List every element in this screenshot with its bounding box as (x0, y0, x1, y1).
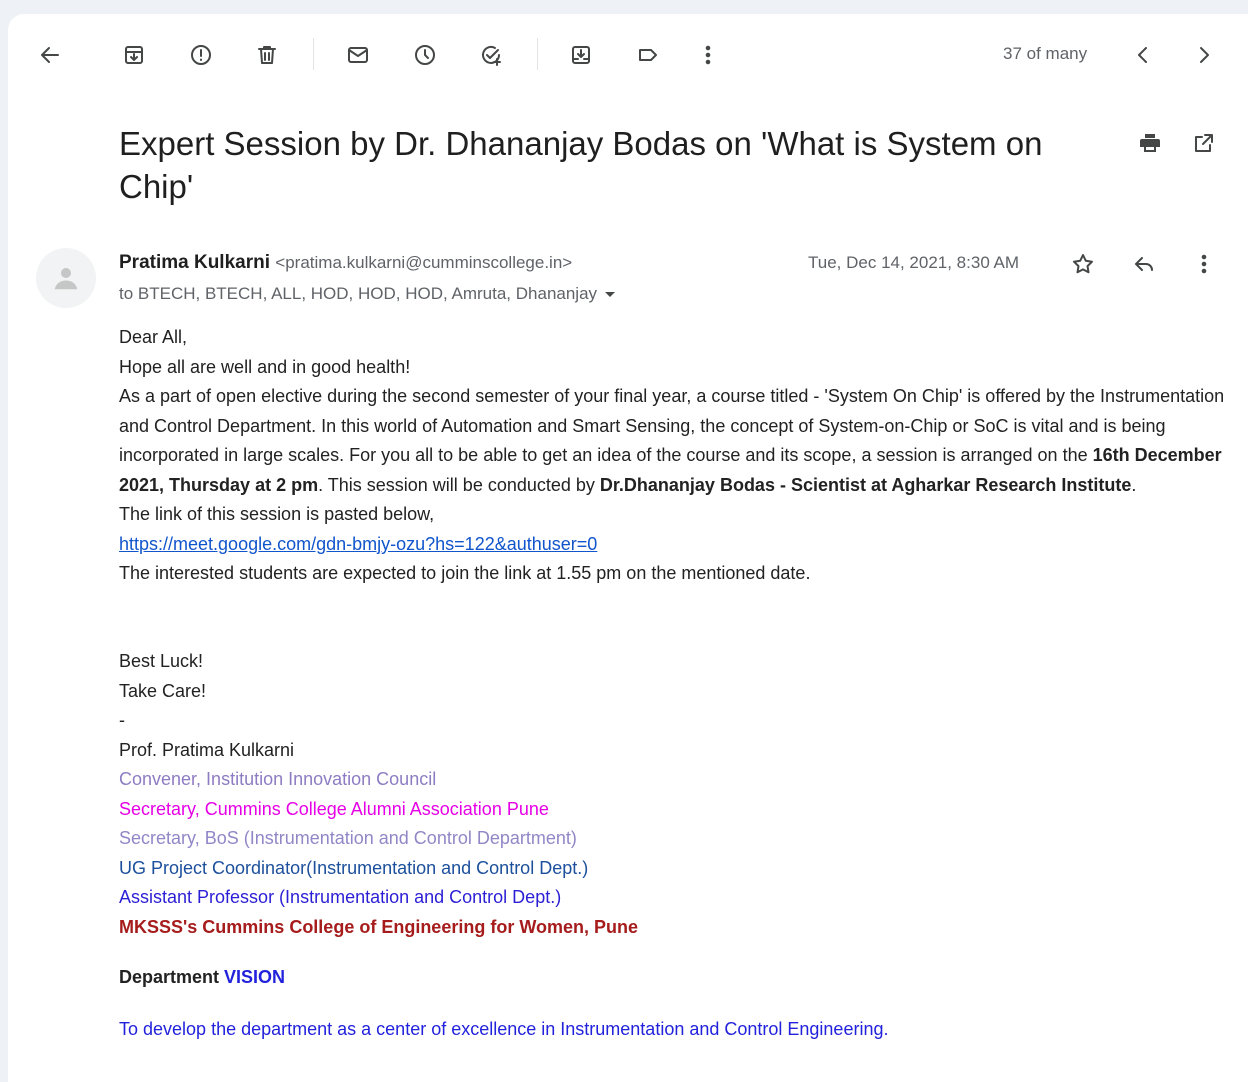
vision-text: To develop the department as a center of… (119, 1018, 889, 1039)
recipients: to BTECH, BTECH, ALL, HOD, HOD, HOD, Amr… (119, 284, 598, 303)
greeting: Dear All, (119, 327, 188, 347)
reply-icon[interactable] (1124, 244, 1164, 284)
print-icon[interactable] (1130, 123, 1170, 163)
toolbar-divider (537, 38, 538, 70)
closing-line: Take Care! (119, 680, 207, 701)
email-date: Tue, Dec 14, 2021, 8:30 AM (808, 253, 1020, 272)
star-icon[interactable] (1063, 244, 1103, 284)
closing-line: Best Luck! (119, 651, 204, 671)
mark-unread-icon[interactable] (338, 35, 378, 75)
paragraph-text: . (1131, 474, 1137, 495)
delete-icon[interactable] (247, 35, 287, 75)
signature-name: Prof. Pratima Kulkarni (119, 739, 295, 760)
archive-icon[interactable] (114, 35, 154, 75)
move-to-icon[interactable] (561, 35, 601, 75)
back-arrow-icon[interactable] (30, 35, 70, 75)
signature-separator: - (119, 710, 125, 730)
report-spam-icon[interactable] (181, 35, 221, 75)
email-body: Dear All, Hope all are well and in good … (119, 323, 1229, 1044)
vision-label: Department (119, 967, 225, 987)
signature-role: Convener, Institution Innovation Council (119, 769, 437, 789)
link-intro: The link of this session is pasted below… (119, 504, 435, 524)
recipients-line: to BTECH, BTECH, ALL, HOD, HOD, HOD, Amr… (119, 284, 616, 304)
signature-role: Secretary, Cummins College Alumni Associ… (119, 798, 549, 819)
more-vert-icon[interactable] (688, 35, 728, 75)
signature-role: UG Project Coordinator(Instrumentation a… (119, 857, 589, 878)
sender-line: Pratima Kulkarni <pratima.kulkarni@cummi… (119, 252, 572, 274)
snooze-clock-icon[interactable] (405, 35, 445, 75)
meet-link[interactable]: https://meet.google.com/gdn-bmjy-ozu?hs=… (119, 534, 597, 554)
body-line: Hope all are well and in good health! (119, 356, 411, 377)
toolbar-divider (313, 38, 314, 70)
email-subject: Expert Session by Dr. Dhananjay Bodas on… (119, 125, 1043, 205)
avatar[interactable] (36, 248, 96, 308)
paragraph-text: . This session will be conducted by (318, 474, 600, 495)
chevron-right-icon[interactable] (1184, 35, 1224, 75)
sender-name[interactable]: Pratima Kulkarni (119, 252, 270, 273)
add-task-icon[interactable] (471, 35, 511, 75)
person-icon (54, 268, 78, 290)
more-vert-icon[interactable] (1184, 244, 1224, 284)
speaker: Dr.Dhananjay Bodas - Scientist at Aghark… (599, 474, 1132, 495)
caret-down-icon[interactable] (605, 292, 616, 298)
vision-word: VISION (224, 967, 286, 987)
label-icon[interactable] (628, 35, 668, 75)
message-counter: 37 of many (1003, 44, 1088, 63)
signature-role: Secretary, BoS (Instrumentation and Cont… (119, 828, 577, 848)
chevron-left-icon[interactable] (1123, 35, 1163, 75)
paragraph-text: As a part of open elective during the se… (119, 386, 1225, 465)
join-note: The interested students are expected to … (119, 563, 811, 583)
signature-role: Assistant Professor (Instrumentation and… (119, 887, 562, 907)
sender-email: <pratima.kulkarni@cumminscollege.in> (275, 253, 573, 272)
body-paragraph: As a part of open elective during the se… (119, 382, 1229, 500)
signature-org: MKSSS's Cummins College of Engineering f… (119, 916, 639, 937)
open-new-window-icon[interactable] (1184, 123, 1224, 163)
